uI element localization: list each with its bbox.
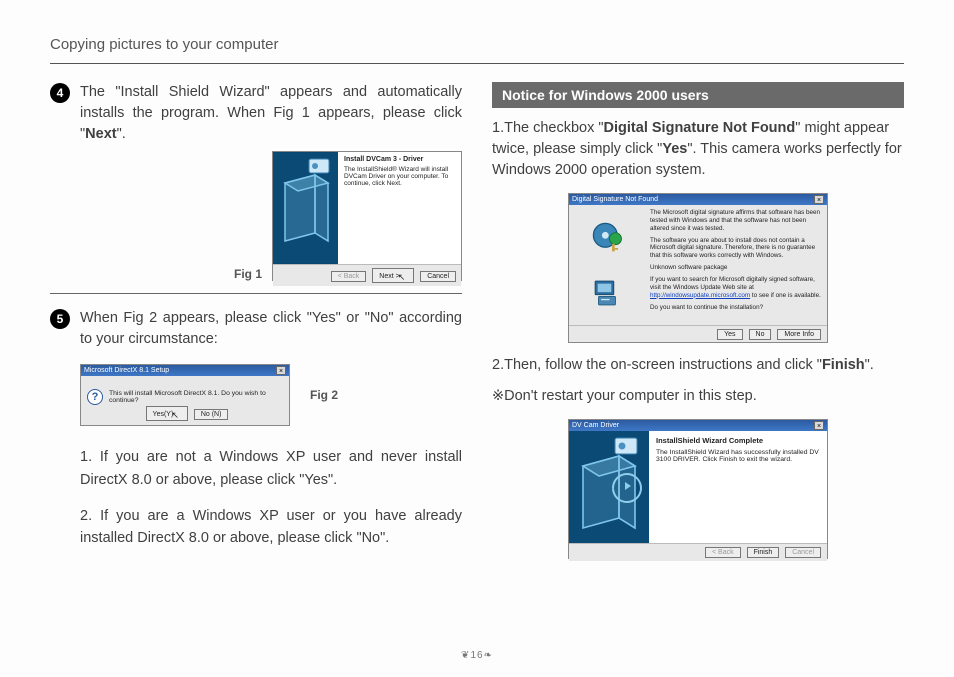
page-title: Copying pictures to your computer [50, 36, 904, 59]
back-button[interactable]: < Back [331, 271, 367, 282]
dialog-content: InstallShield Wizard Complete The Instal… [649, 431, 827, 543]
step-4-bold: Next [85, 126, 116, 142]
cursor-icon: ↖ [171, 410, 179, 420]
header-divider [50, 63, 904, 64]
notice-p3: ※Don't restart your computer in this ste… [492, 386, 904, 407]
yes-button[interactable]: Yes [717, 329, 742, 340]
dialog-titlebar: DV Cam Driver × [569, 420, 827, 431]
dialog-body: InstallShield Wizard Complete The Instal… [569, 431, 827, 543]
dialog-title-text: Microsoft DirectX 8.1 Setup [84, 367, 169, 374]
sub-instructions: 1. If you are not a Windows XP user and … [80, 446, 462, 550]
dialog-title-text: DV Cam Driver [572, 422, 619, 429]
step-4: 4 The "Install Shield Wizard" appears an… [50, 82, 462, 145]
notice-header: Notice for Windows 2000 users [492, 82, 904, 108]
dsig-l3: Unknown software package [650, 264, 821, 272]
dialog-title-text: Digital Signature Not Found [572, 196, 658, 203]
install-wizard-dialog: Install DVCam 3 - Driver The InstallShie… [272, 151, 462, 281]
computer-icon [590, 276, 624, 310]
dialog-footer: < Back Finish Cancel [569, 543, 827, 561]
sub-instruction-2: 2. If you are a Windows XP user or you h… [80, 505, 462, 550]
dialog-side-graphic [569, 431, 649, 543]
step-4-text-a: The "Install Shield Wizard" appears and … [80, 84, 462, 142]
step-number-badge: 5 [50, 309, 70, 329]
cancel-button[interactable]: Cancel [420, 271, 456, 282]
cursor-icon: ↖ [398, 272, 406, 282]
directx-prompt-dialog: Microsoft DirectX 8.1 Setup × ? This wil… [80, 364, 290, 426]
dialog-footer: Yes No More Info [569, 325, 827, 343]
notice-p1: 1.The checkbox "Digital Signature Not Fo… [492, 118, 904, 181]
p1-a: 1.The checkbox " [492, 120, 604, 136]
fig2-container: Microsoft DirectX 8.1 Setup × ? This wil… [80, 364, 462, 426]
fig1-label: Fig 1 [234, 267, 262, 281]
no-button[interactable]: No (N) [194, 409, 229, 420]
dsig-l5: Do you want to continue the installation… [650, 304, 821, 312]
windows-update-link[interactable]: http://windowsupdate.microsoft.com [650, 292, 750, 299]
dsig-l4: If you want to search for Microsoft digi… [650, 276, 821, 300]
yes-button[interactable]: Yes(Y)↖ [146, 406, 188, 421]
more-info-button[interactable]: More Info [777, 329, 821, 340]
p2-a: 2.Then, follow the on-screen instruction… [492, 357, 822, 373]
step-5: 5 When Fig 2 appears, please click "Yes"… [50, 308, 462, 350]
fig1-container: Fig 1 [50, 151, 462, 281]
fig2-label: Fig 2 [310, 388, 338, 402]
p2-b: ". [865, 357, 874, 373]
manual-page: Copying pictures to your computer 4 The … [0, 0, 954, 677]
finish-container: DV Cam Driver × [492, 419, 904, 559]
p1-bold1: Digital Signature Not Found [604, 120, 796, 136]
finish-heading: InstallShield Wizard Complete [656, 436, 820, 445]
step-4-text: The "Install Shield Wizard" appears and … [80, 82, 462, 145]
close-icon[interactable]: × [814, 195, 824, 204]
dialog-footer: Yes(Y)↖ No (N) [81, 404, 289, 423]
right-column: Notice for Windows 2000 users 1.The chec… [492, 82, 904, 571]
dialog-footer: < Back Next >↖ Cancel [273, 264, 461, 286]
dialog-titlebar: Digital Signature Not Found × [569, 194, 827, 205]
dialog-text: This will install Microsoft DirectX 8.1.… [109, 390, 283, 404]
section-divider [50, 293, 462, 294]
step-5-text: When Fig 2 appears, please click "Yes" o… [80, 308, 462, 350]
finish-button[interactable]: Finish [747, 547, 780, 558]
box-icon [569, 431, 649, 543]
dialog-titlebar: Microsoft DirectX 8.1 Setup × [81, 365, 289, 376]
notice-p2: 2.Then, follow the on-screen instruction… [492, 355, 904, 376]
question-icon: ? [87, 389, 103, 405]
dsig-container: Digital Signature Not Found × [492, 193, 904, 343]
two-column-layout: 4 The "Install Shield Wizard" appears an… [50, 82, 904, 571]
dsig-l2: The software you are about to install do… [650, 237, 821, 261]
dialog-body: The Microsoft digital signature affirms … [569, 205, 827, 325]
step-number-badge: 4 [50, 83, 70, 103]
disc-and-key-icon [590, 220, 624, 254]
p1-bold2: Yes [662, 141, 687, 157]
next-button[interactable]: Next >↖ [372, 268, 414, 283]
dialog-text: The InstallShield® Wizard will install D… [344, 166, 455, 187]
step-4-text-b: ". [117, 126, 126, 142]
dialog-content: Install DVCam 3 - Driver The InstallShie… [338, 152, 461, 264]
p2-bold: Finish [822, 357, 865, 373]
dialog-side-graphic [273, 152, 338, 264]
finish-dialog: DV Cam Driver × [568, 419, 828, 559]
dialog-body: Install DVCam 3 - Driver The InstallShie… [273, 152, 461, 264]
sub-instruction-1: 1. If you are not a Windows XP user and … [80, 446, 462, 491]
dsig-l1: The Microsoft digital signature affirms … [650, 209, 821, 233]
finish-body-text: The InstallShield Wizard has successfull… [656, 449, 820, 463]
close-icon[interactable]: × [276, 366, 286, 375]
cancel-button[interactable]: Cancel [785, 547, 821, 558]
box-icon [273, 152, 338, 264]
dialog-graphics [569, 205, 644, 325]
no-button[interactable]: No [749, 329, 772, 340]
dialog-title: Install DVCam 3 - Driver [344, 156, 455, 163]
page-number: ❦16❧ [0, 650, 954, 661]
digital-signature-dialog: Digital Signature Not Found × [568, 193, 828, 343]
left-column: 4 The "Install Shield Wizard" appears an… [50, 82, 462, 571]
back-button[interactable]: < Back [705, 547, 741, 558]
close-icon[interactable]: × [814, 421, 824, 430]
dialog-content: The Microsoft digital signature affirms … [644, 205, 827, 325]
